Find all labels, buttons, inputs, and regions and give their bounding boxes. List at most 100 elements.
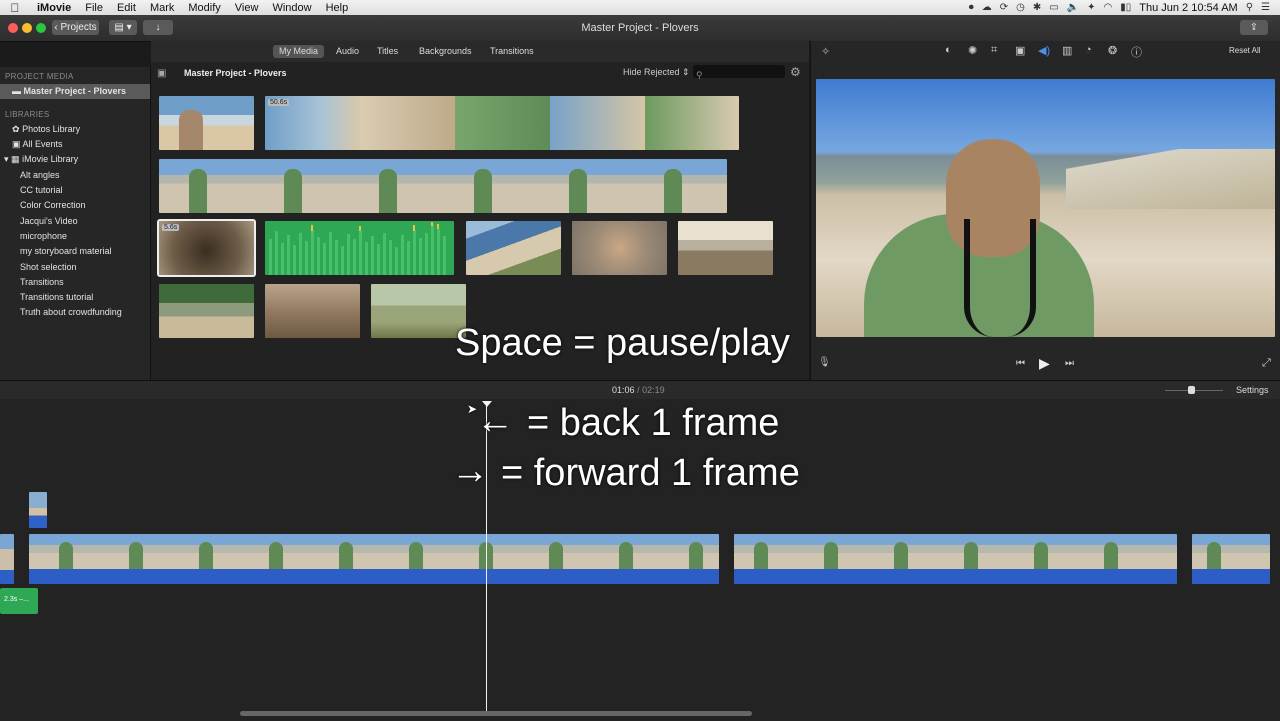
libraries-heading: LIBRARIES	[5, 110, 50, 119]
zoom-window-icon[interactable]	[36, 23, 46, 33]
search-input[interactable]: ⚲	[693, 65, 785, 80]
notification-center-icon[interactable]: ☰	[1261, 2, 1270, 13]
duration-badge: 50.6s	[268, 99, 290, 106]
menu-file[interactable]: File	[78, 2, 110, 14]
sidebar-item-photos-library[interactable]: ✿ Photos Library	[12, 122, 80, 137]
menu-help[interactable]: Help	[319, 2, 356, 14]
timeline-settings-button[interactable]: Settings	[1236, 385, 1269, 395]
menu-mark[interactable]: Mark	[143, 2, 181, 14]
import-icon[interactable]: ↓	[143, 20, 173, 35]
skip-forward-icon[interactable]: ⏭	[1065, 358, 1074, 369]
video-preview[interactable]	[816, 79, 1275, 337]
media-clip-selected[interactable]: 5.6s	[157, 219, 256, 277]
search-icon: ⚲	[696, 70, 703, 80]
timeline-clip[interactable]	[0, 534, 14, 584]
wifi-icon[interactable]: ◠	[1104, 2, 1113, 13]
sidebar-toggle-icon[interactable]: ▣	[157, 68, 166, 79]
timeline-clip[interactable]	[1192, 534, 1270, 584]
bluetooth-icon[interactable]: ✦	[1087, 2, 1095, 13]
share-icon[interactable]: ⇪	[1240, 20, 1268, 35]
sidebar-item-event[interactable]: Color Correction	[20, 198, 86, 213]
tab-transitions[interactable]: Transitions	[484, 45, 540, 58]
media-clip[interactable]	[265, 284, 360, 338]
sync-icon[interactable]: ⟳	[1000, 2, 1008, 13]
sidebar-item-event[interactable]: Transitions	[20, 275, 64, 290]
media-clip[interactable]	[159, 159, 727, 213]
media-clip[interactable]	[159, 96, 254, 150]
apple-icon[interactable]: 	[0, 1, 30, 15]
timeline-clip[interactable]	[734, 534, 1177, 584]
overlay-back-hint: = back 1 frame	[527, 402, 780, 444]
record-icon[interactable]: ⏺	[969, 2, 974, 13]
filter-icon[interactable]: ❂	[1108, 44, 1117, 57]
minimize-window-icon[interactable]	[22, 23, 32, 33]
crop-icon[interactable]: ⌗	[991, 44, 997, 57]
media-clip[interactable]	[678, 221, 773, 275]
battery-icon[interactable]: ▮▯	[1120, 2, 1131, 13]
left-arrow-icon: ←	[476, 400, 514, 442]
timeline-clip[interactable]	[29, 534, 719, 584]
sidebar-item-all-events[interactable]: ▣ All Events	[12, 137, 63, 152]
layout-toggle-icon[interactable]: ▤ ▾	[109, 20, 137, 35]
fullscreen-icon[interactable]: ⤢	[1262, 357, 1271, 370]
projects-button[interactable]: ‹ Projects	[52, 20, 99, 35]
sidebar-item-event[interactable]: Truth about crowdfunding	[20, 305, 122, 320]
spotlight-icon[interactable]: ⚲	[1246, 2, 1253, 13]
sidebar-item-event[interactable]: Transitions tutorial	[20, 290, 93, 305]
speed-icon[interactable]: ◔	[1085, 44, 1092, 56]
menubar-clock[interactable]: Thu Jun 2 10:54 AM	[1139, 2, 1237, 14]
sidebar-item-imovie-library[interactable]: ▾ ▦ iMovie Library	[4, 152, 78, 167]
menu-app[interactable]: iMovie	[30, 2, 78, 14]
menu-modify[interactable]: Modify	[181, 2, 227, 14]
equalizer-icon[interactable]: ▥	[1062, 44, 1072, 57]
browser-title: Master Project - Plovers	[184, 68, 287, 78]
right-arrow-icon: →	[451, 450, 489, 492]
sidebar-item-event[interactable]: microphone	[20, 229, 67, 244]
media-clip[interactable]: 50.6s	[265, 96, 739, 150]
microphone-icon[interactable]: 🎙	[818, 357, 831, 368]
skip-back-icon[interactable]: ⏮	[1016, 358, 1025, 369]
window-title: Master Project - Plovers	[581, 22, 699, 34]
time-machine-icon[interactable]: ◷	[1016, 2, 1025, 13]
volume-icon[interactable]: 🔈	[1067, 2, 1079, 13]
display-icon[interactable]: ▭	[1049, 2, 1058, 13]
stabilization-icon[interactable]: ▣	[1015, 44, 1025, 57]
magic-wand-icon[interactable]: ✧	[821, 45, 830, 58]
sidebar-item-event[interactable]: Shot selection	[20, 260, 77, 275]
hide-rejected-filter[interactable]: Hide Rejected ⇕	[623, 67, 690, 78]
cutaway-clip[interactable]	[29, 492, 47, 528]
color-palette-icon[interactable]: ✺	[968, 44, 977, 57]
updown-chevron-icon: ⇕	[682, 67, 690, 77]
menu-window[interactable]: Window	[265, 2, 318, 14]
sidebar-item-event[interactable]: CC tutorial	[20, 183, 63, 198]
menu-edit[interactable]: Edit	[110, 2, 143, 14]
zoom-slider-knob[interactable]	[1188, 386, 1195, 394]
tab-titles[interactable]: Titles	[371, 45, 404, 58]
sidebar-item-event[interactable]: Alt angles	[20, 168, 60, 183]
color-balance-icon[interactable]: ◐	[945, 44, 952, 56]
media-clip[interactable]	[159, 284, 254, 338]
disclosure-triangle-icon: ▾	[4, 154, 9, 164]
sidebar-item-project[interactable]: ▬ Master Project - Plovers	[0, 84, 150, 99]
gear-icon[interactable]: ✱	[1033, 2, 1041, 13]
horizontal-scrollbar[interactable]	[240, 711, 752, 716]
tab-backgrounds[interactable]: Backgrounds	[413, 45, 478, 58]
info-icon[interactable]: ⓘ	[1131, 44, 1142, 60]
cloud-icon[interactable]: ☁	[982, 2, 992, 13]
media-clip[interactable]	[466, 221, 561, 275]
audio-waveform	[269, 222, 446, 275]
tab-audio[interactable]: Audio	[330, 45, 365, 58]
media-clip[interactable]	[572, 221, 667, 275]
play-icon[interactable]: ▶	[1039, 355, 1050, 372]
sidebar-item-event[interactable]: Jacqui's Video	[20, 214, 78, 229]
media-clip[interactable]	[371, 284, 466, 338]
reset-all-button[interactable]: Reset All	[1229, 46, 1261, 55]
tab-my-media[interactable]: My Media	[273, 45, 325, 58]
background-audio-clip[interactable]: 2.3s –...	[0, 588, 38, 614]
volume-icon[interactable]: ◀)	[1038, 44, 1050, 57]
browser-settings-icon[interactable]: ⚙	[790, 65, 801, 79]
close-window-icon[interactable]	[8, 23, 18, 33]
menu-view[interactable]: View	[228, 2, 266, 14]
audio-clip[interactable]	[265, 221, 454, 275]
sidebar-item-event[interactable]: my storyboard material	[20, 244, 112, 259]
